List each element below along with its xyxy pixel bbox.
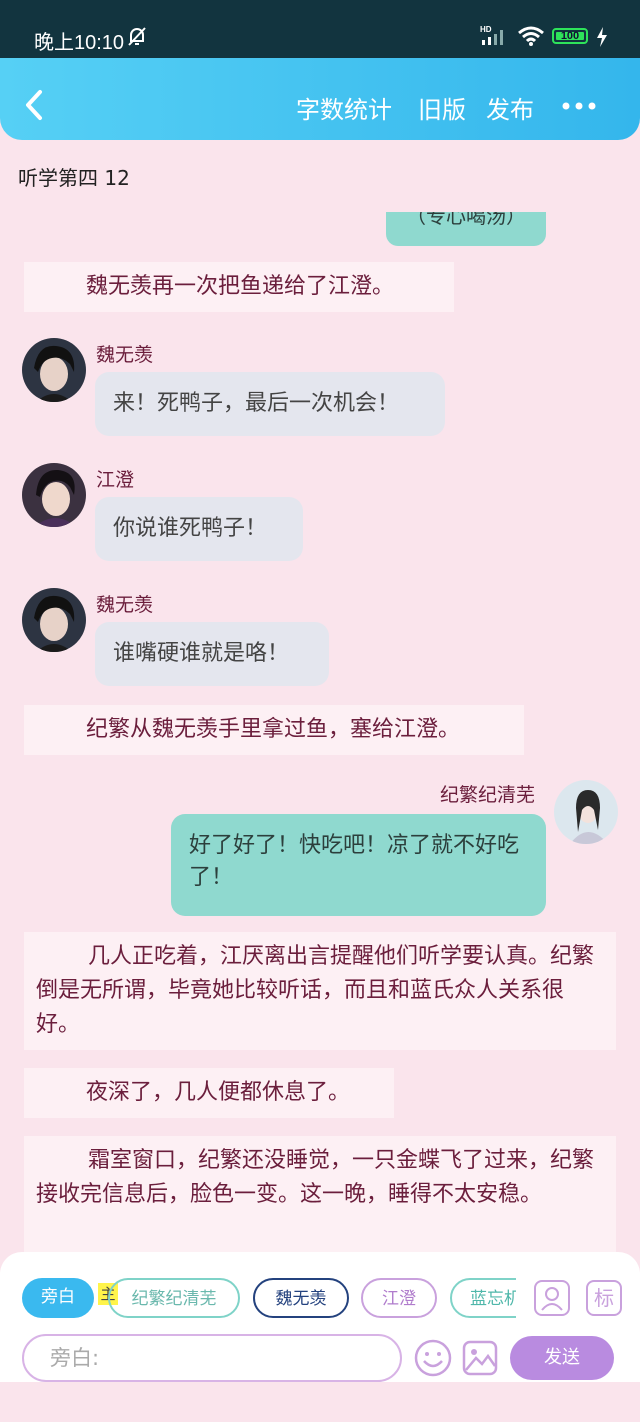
role-chip-lan-wangji[interactable]: 蓝忘机	[450, 1278, 516, 1318]
avatar-jiang-cheng[interactable]	[22, 463, 86, 527]
avatar-wei-wuxian[interactable]	[22, 588, 86, 652]
message-input[interactable]: 旁白:	[22, 1334, 402, 1382]
input-placeholder: 旁白:	[50, 1346, 100, 1370]
message-bubble: 来！死鸭子，最后一次机会！	[95, 372, 445, 436]
narration-text: 魏无羡再一次把鱼递给了江澄。	[86, 274, 395, 299]
role-chip-clip: 蓝忘机	[450, 1278, 516, 1318]
message-bubble: 好了好了！快吃吧！凉了就不好吃了！	[171, 814, 546, 916]
signal-icon: HD	[480, 25, 503, 45]
battery-level: 100	[556, 31, 584, 42]
speaker-name: 魏无羡	[96, 344, 154, 366]
narration-text: 夜深了，几人便都休息了。	[86, 1080, 351, 1105]
battery-icon: 100	[552, 28, 588, 44]
avatar-ji-fan[interactable]	[554, 780, 618, 844]
narration-text: 霜室窗口，纪繁还没睡觉，一只金蝶飞了过来，纪繁接收完信息后，脸色一变。这一晚，睡…	[36, 1148, 595, 1207]
narration-item: 几人正吃着，江厌离出言提醒他们听学要认真。纪繁倒是无所谓，毕竟她比较听话，而且和…	[24, 932, 616, 1050]
input-panel: 旁白 主 纪繁纪清芜 魏无羡 江澄 蓝忘机 标 旁白: 发送	[0, 1252, 640, 1382]
add-person-icon	[541, 1287, 563, 1311]
wifi-icon	[518, 26, 544, 46]
editor-header: 字数统计 旧版 发布	[0, 58, 640, 140]
message-bubble: 你说谁死鸭子！	[95, 497, 303, 561]
role-chip-jiang-cheng[interactable]: 江澄	[361, 1278, 437, 1318]
send-button[interactable]: 发送	[510, 1336, 614, 1380]
status-time: 晚上10:10	[34, 32, 125, 54]
speaker-name: 魏无羡	[96, 594, 154, 616]
more-icon[interactable]	[562, 102, 596, 110]
charging-icon	[597, 27, 607, 47]
tag-button[interactable]: 标	[586, 1280, 622, 1316]
narration-text: 几人正吃着，江厌离出言提醒他们听学要认真。纪繁倒是无所谓，毕竟她比较听话，而且和…	[36, 944, 595, 1037]
message-text: 你说谁死鸭子！	[113, 516, 268, 541]
partial-bubble-text: （专心喝汤）	[406, 212, 526, 228]
bell-muted-icon	[128, 27, 146, 46]
avatar-wei-wuxian[interactable]	[22, 338, 86, 402]
message-text: 来！死鸭子，最后一次机会！	[113, 391, 400, 416]
message-text: 谁嘴硬谁就是咯！	[113, 641, 290, 666]
bottom-strip	[0, 1382, 640, 1422]
narration-item: 霜室窗口，纪繁还没睡觉，一只金蝶飞了过来，纪繁接收完信息后，脸色一变。这一晚，睡…	[24, 1136, 616, 1252]
partial-bubble: （专心喝汤）	[386, 212, 546, 246]
speaker-name: 江澄	[96, 469, 135, 491]
old-version-button[interactable]: 旧版	[418, 90, 466, 125]
narration-text: 纪繁从魏无羡手里拿过鱼，塞给江澄。	[86, 717, 461, 742]
message-text: 好了好了！快吃吧！凉了就不好吃了！	[189, 833, 520, 890]
add-role-button[interactable]	[534, 1280, 570, 1316]
speaker-name: 纪繁纪清芜	[440, 784, 536, 806]
role-chip-wei-wuxian[interactable]: 魏无羡	[253, 1278, 349, 1318]
narration-item: 夜深了，几人便都休息了。	[24, 1068, 394, 1118]
role-chip-ji-fan[interactable]: 纪繁纪清芜	[108, 1278, 240, 1318]
publish-button[interactable]: 发布	[486, 90, 534, 125]
word-count-button[interactable]: 字数统计	[296, 90, 392, 125]
emoji-icon[interactable]	[413, 1338, 453, 1378]
narration-item: 魏无羡再一次把鱼递给了江澄。	[24, 262, 454, 312]
back-icon[interactable]	[22, 88, 46, 122]
message-bubble: 谁嘴硬谁就是咯！	[95, 622, 329, 686]
role-chip-narration[interactable]: 旁白	[22, 1278, 94, 1318]
page-title: 听学第四 12	[18, 166, 130, 190]
svg-text:HD: HD	[480, 25, 492, 34]
image-icon[interactable]	[462, 1340, 498, 1376]
narration-item: 纪繁从魏无羡手里拿过鱼，塞给江澄。	[24, 705, 524, 755]
status-bar: 晚上10:10 HD 100	[0, 0, 640, 58]
